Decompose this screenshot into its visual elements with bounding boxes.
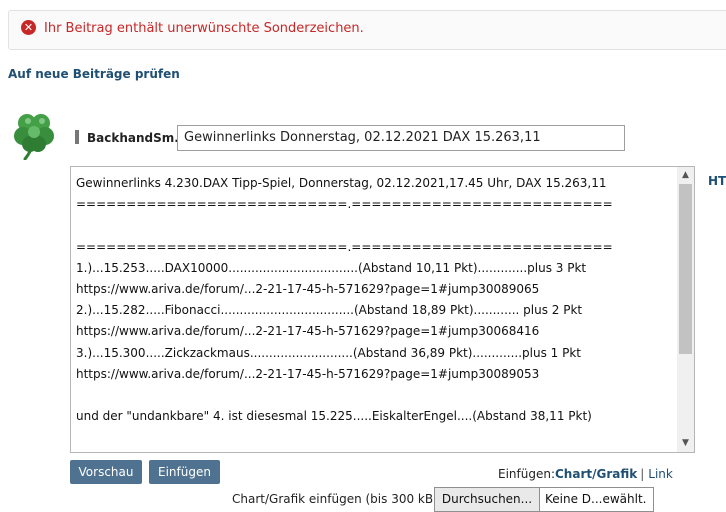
error-message-text: Ihr Beitrag enthält unerwünschte Sonderz…	[44, 21, 364, 36]
insert-button[interactable]: Einfügen	[149, 460, 220, 484]
textarea-scrollbar[interactable]: ▲ ▼	[677, 167, 694, 452]
message-line: https://www.ariva.de/forum/...2-21-17-45…	[76, 366, 540, 381]
message-textarea[interactable]: Gewinnerlinks 4.230.DAX Tipp-Spiel, Donn…	[70, 166, 695, 453]
message-line: ===========================.============…	[76, 197, 613, 212]
error-x-icon: ✕	[21, 20, 36, 35]
insert-chart-option[interactable]: Chart/Grafik	[555, 467, 637, 481]
message-line	[76, 385, 670, 406]
four-leaf-clover-icon	[14, 114, 54, 160]
scroll-down-arrow-icon[interactable]: ▼	[677, 435, 694, 452]
scrollbar-thumb[interactable]	[679, 184, 692, 354]
author-marker	[75, 130, 79, 144]
message-line: 1.)...15.253.....DAX10000...............…	[76, 260, 587, 275]
scroll-up-arrow-icon[interactable]: ▲	[677, 167, 694, 184]
author-label: BackhandSm.:	[87, 131, 184, 145]
preview-button[interactable]: Vorschau	[70, 460, 142, 484]
side-label-ht[interactable]: HT	[708, 174, 726, 188]
message-body-text[interactable]: Gewinnerlinks 4.230.DAX Tipp-Spiel, Donn…	[76, 173, 670, 427]
message-line: Gewinnerlinks 4.230.DAX Tipp-Spiel, Donn…	[76, 176, 607, 190]
message-line: https://www.ariva.de/forum/...2-21-17-45…	[76, 324, 540, 339]
insert-options-label: Einfügen:	[498, 467, 555, 481]
message-line: https://www.ariva.de/forum/...2-21-17-45…	[76, 282, 540, 297]
upload-label: Chart/Grafik einfügen (bis 300 kB):	[232, 492, 442, 506]
insert-link-option[interactable]: Link	[648, 467, 673, 481]
message-line	[76, 215, 670, 236]
title-input[interactable]: Gewinnerlinks Donnerstag, 02.12.2021 DAX…	[177, 125, 625, 151]
message-line: ===========================.============…	[76, 239, 613, 254]
insert-options: Einfügen:Chart/Grafik | Link	[498, 467, 673, 481]
message-line: 2.)...15.282.....Fibonacci..............…	[76, 303, 583, 318]
browse-button[interactable]: Durchsuchen...	[434, 487, 540, 512]
message-line: 3.)...15.300.....Zickzackmaus...........…	[76, 345, 581, 360]
insert-options-separator: |	[640, 467, 645, 481]
message-line: und der "undankbare" 4. ist diesesmal 15…	[76, 409, 592, 424]
error-message-box: ✕ Ihr Beitrag enthält unerwünschte Sonde…	[8, 10, 726, 50]
check-new-posts-link[interactable]: Auf neue Beiträge prüfen	[8, 67, 180, 81]
file-name-status: Keine D...ewählt.	[540, 487, 654, 512]
